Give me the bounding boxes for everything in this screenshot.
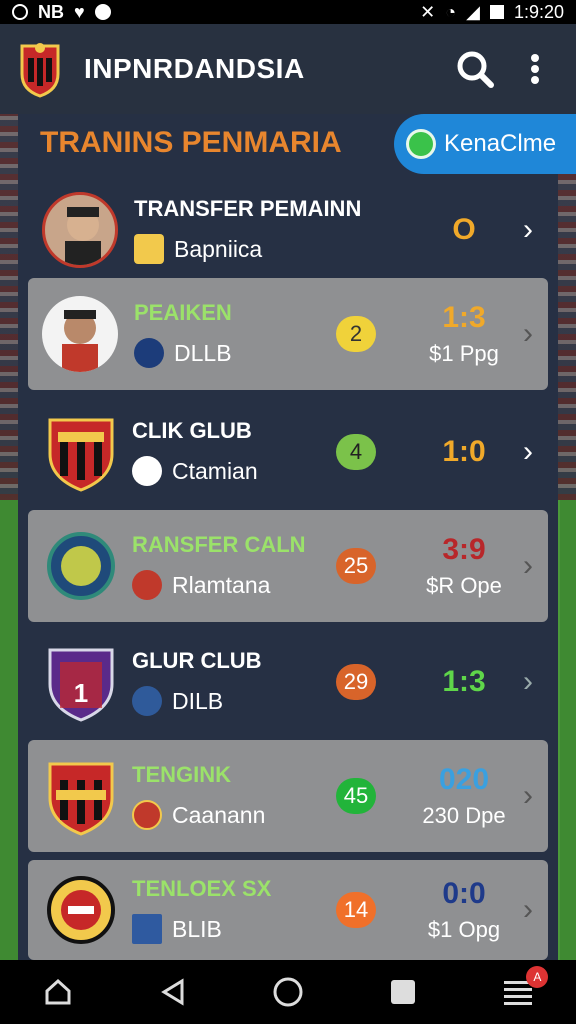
home-icon: [45, 978, 71, 1005]
club-crest: [47, 532, 115, 600]
cell-signal-icon: ◢: [466, 1, 480, 22]
pill-label: KenaClme: [444, 130, 557, 157]
club-name: Caanann: [172, 801, 266, 828]
rating-badge: 25: [336, 548, 376, 584]
club-name: Ctamian: [172, 457, 258, 484]
list-item[interactable]: TENGINK Caanann 45 020 230 Dpe ›: [28, 740, 548, 852]
rating-badge: 2: [336, 316, 376, 352]
rating-badge: 4: [336, 434, 376, 470]
club-badge-icon: [132, 456, 162, 486]
club-badge-icon: [132, 570, 162, 600]
rating-badge: 45: [336, 778, 376, 814]
player-avatar: [42, 192, 118, 268]
club-crest: 1: [48, 648, 114, 722]
club-badge-icon: [134, 338, 164, 368]
fee-value: $1 Ppg: [429, 341, 499, 366]
player-name: TENGINK: [132, 762, 231, 787]
system-nav-bar: A: [0, 960, 576, 1024]
wifi-icon: ◔: [445, 1, 457, 22]
app-title: INPNRDANDSIA: [84, 53, 305, 84]
score-value: 1:0: [442, 435, 486, 468]
chevron-right-icon[interactable]: ›: [508, 893, 548, 927]
back-icon: [160, 978, 184, 1006]
recents-button[interactable]: [383, 972, 423, 1012]
score-value: O: [452, 213, 476, 246]
list-item[interactable]: 1 GLUR CLUB DILB 29 1:3 ›: [28, 626, 548, 738]
app-logo: [20, 43, 60, 98]
circle-status-icon: [94, 4, 111, 20]
search-button[interactable]: [452, 46, 498, 92]
club-badge-icon: [132, 914, 162, 944]
heart-status-icon: ♥: [74, 1, 85, 22]
app-bar: INPNRDANDSIA: [0, 24, 576, 114]
club-crest: [48, 762, 114, 836]
refresh-icon: [406, 129, 436, 159]
score-value: 3:9: [442, 533, 486, 566]
club-name: BLIB: [172, 915, 222, 942]
status-time: 1:9:20: [513, 1, 564, 22]
list-item[interactable]: TENLOEX SX BLIB 14 0:0 $1 Opg ›: [28, 860, 548, 960]
chevron-right-icon[interactable]: ›: [508, 549, 548, 583]
club-name: DILB: [172, 687, 224, 714]
score-value: 1:3: [442, 665, 486, 698]
circle-home-icon: [273, 977, 303, 1007]
section-title: TRANINS PENMARIA: [40, 126, 342, 159]
back-button[interactable]: [153, 972, 193, 1012]
club-title: CLIK GLUB: [132, 418, 252, 443]
club-name: DLLB: [174, 339, 232, 366]
club-badge-icon: [132, 686, 162, 716]
club-name: Bapniica: [174, 235, 263, 262]
status-bar: NB ♥ ✕ ◔ ◢ 1:9:20: [0, 0, 576, 24]
list-item[interactable]: TRANSFER PEMAINN Bapniica O ›: [28, 174, 548, 286]
player-name: TENLOEX SX: [132, 876, 272, 901]
club-crest: [47, 876, 115, 944]
list-item[interactable]: CLIK GLUB Ctamian 4 1:0 ›: [28, 396, 548, 508]
fee-value: $R Ope: [426, 573, 502, 598]
home-button[interactable]: [38, 972, 78, 1012]
club-title: GLUR CLUB: [132, 648, 262, 673]
menu-button[interactable]: A: [498, 966, 549, 1012]
more-vertical-icon: [531, 54, 539, 84]
status-icon: [12, 4, 28, 20]
list-item[interactable]: PEAIKEN DLLB 2 1:3 $1 Ppg ›: [28, 278, 548, 390]
player-name: RANSFER CALN: [132, 532, 306, 557]
player-avatar: [42, 296, 118, 372]
rating-badge: 14: [336, 892, 376, 928]
score-value: 020: [438, 763, 490, 796]
status-left-text: NB: [38, 1, 64, 22]
club-badge-icon: [134, 234, 164, 264]
search-icon: [457, 51, 494, 88]
chevron-right-icon[interactable]: ›: [508, 779, 548, 813]
player-name: TRANSFER PEMAINN: [134, 196, 362, 221]
rating-badge: 29: [336, 664, 376, 700]
overview-button[interactable]: [268, 972, 308, 1012]
more-options-button[interactable]: [512, 46, 558, 92]
chevron-right-icon[interactable]: ›: [508, 213, 548, 247]
square-icon: [391, 980, 416, 1004]
score-value: 1:3: [442, 301, 486, 334]
fee-value: $1 Opg: [427, 917, 501, 942]
club-crest: [48, 418, 114, 492]
battery-icon: [489, 5, 504, 19]
chevron-right-icon[interactable]: ›: [508, 665, 548, 699]
player-name: PEAIKEN: [134, 300, 232, 325]
transfer-list-panel: TRANINS PENMARIA KenaClme TRANSFER PEMAI…: [18, 114, 576, 960]
club-name: Rlamtana: [172, 571, 271, 598]
notification-badge: A: [526, 966, 549, 988]
chevron-right-icon[interactable]: ›: [508, 435, 548, 469]
score-value: 0:0: [442, 877, 486, 910]
list-item[interactable]: RANSFER CALN Rlamtana 25 3:9 $R Ope ›: [28, 510, 548, 622]
no-signal-icon: ✕: [420, 1, 436, 22]
fee-value: 230 Dpe: [422, 803, 506, 828]
kenaclme-button[interactable]: KenaClme: [394, 114, 576, 174]
club-badge-icon: [132, 800, 162, 830]
chevron-right-icon[interactable]: ›: [508, 317, 548, 351]
svg-text:1: 1: [74, 678, 88, 708]
